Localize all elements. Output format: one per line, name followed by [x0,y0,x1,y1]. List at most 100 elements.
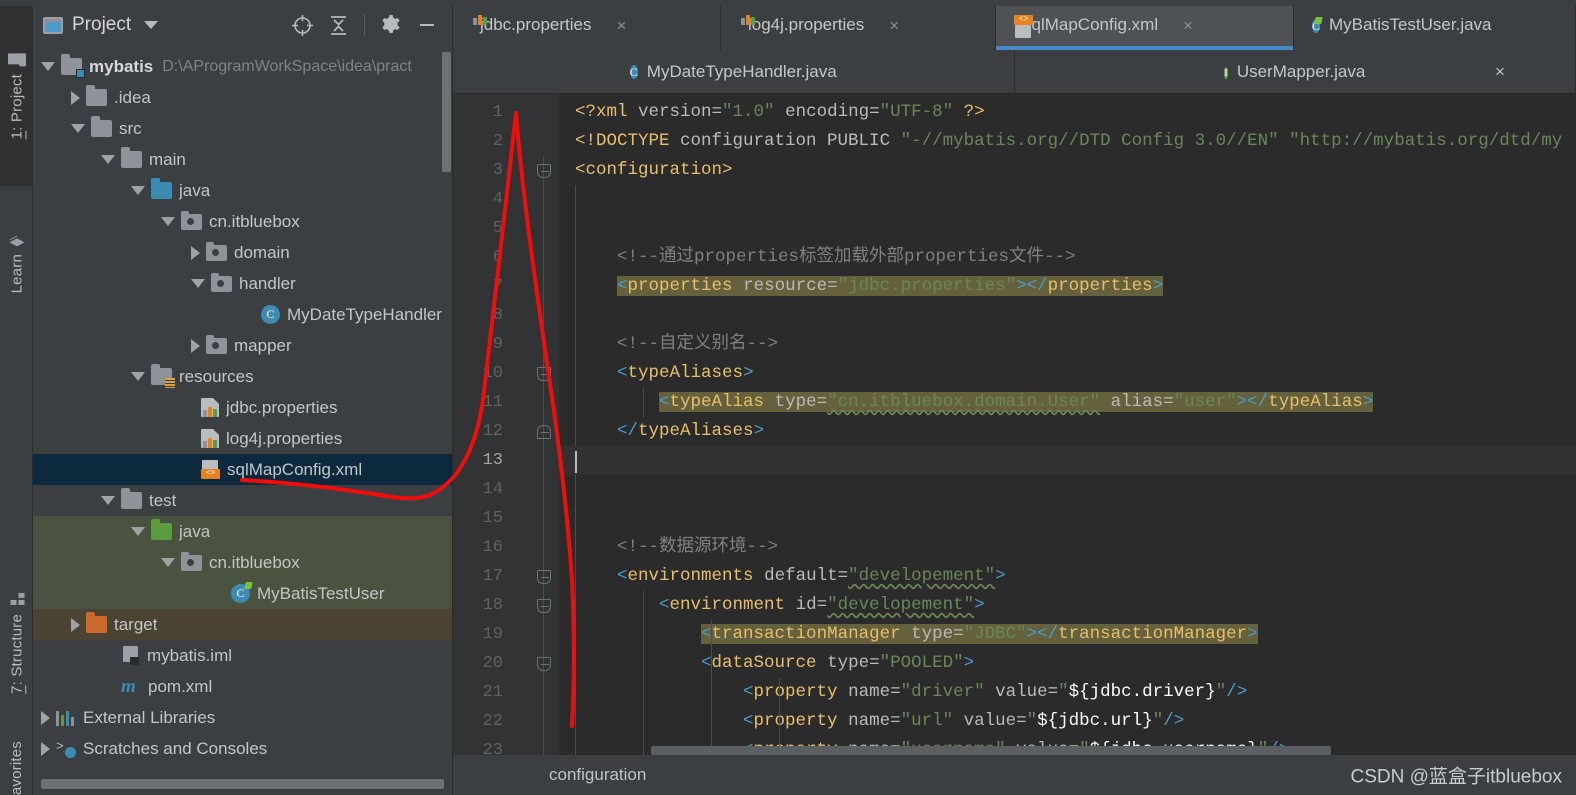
twisty-open-icon[interactable] [191,279,205,288]
toolbar-divider [364,14,365,36]
tree-item-src[interactable]: src [33,113,452,144]
project-selector[interactable]: Project [43,14,289,36]
line-number: 21 [482,683,503,702]
tree-item-external-libraries[interactable]: External Libraries [33,702,452,733]
maven-file-icon: m [121,676,136,697]
code-line-16: <!--数据源环境--> [559,533,1576,562]
locate-icon[interactable] [289,12,315,38]
editor-tab-mydatetypehandler-java[interactable]: C MyDateTypeHandler.java × [453,50,1505,93]
line-number-current: 13 [482,451,503,470]
twisty-closed-icon[interactable] [191,338,200,353]
editor-tab-log4j-properties[interactable]: log4j.properties × [721,0,996,50]
project-tree-vertical-scrollbar[interactable] [442,52,451,172]
project-tree[interactable]: mybatis D:\AProgramWorkSpace\idea\pract … [33,50,452,779]
tree-item-sqlmapconfig-xml[interactable]: <> sqlMapConfig.xml [33,454,452,485]
tree-item-test-java[interactable]: java [33,516,452,547]
editor-tab-sqlmapconfig-xml[interactable]: <> sqlMapConfig.xml × [996,0,1294,50]
java-test-class-icon: C [1312,18,1321,33]
editor-tab-jdbc-properties[interactable]: jdbc.properties × [453,0,721,50]
tree-item-mybatis-iml[interactable]: mybatis.iml [33,640,452,671]
code-line-11: <typeAlias type="cn.itbluebox.domain.Use… [559,388,1576,417]
tree-item-target[interactable]: target [33,609,452,640]
fold-end-typealiases[interactable] [537,425,551,439]
tree-item-mybatis[interactable]: mybatis D:\AProgramWorkSpace\idea\pract [33,51,452,82]
twisty-closed-icon[interactable] [41,741,50,756]
twisty-open-icon[interactable] [131,527,145,536]
resources-folder-icon [151,364,175,388]
annotation-gutter[interactable] [515,94,529,755]
tree-item-log4j-properties[interactable]: log4j.properties [33,423,452,454]
tree-item-pom-xml[interactable]: m pom.xml [33,671,452,702]
fold-toggle-typealiases[interactable] [537,367,551,381]
tool-tab-project[interactable]: 1: Project [0,6,33,186]
tree-item-package-cn-itbluebox-test[interactable]: cn.itbluebox [33,547,452,578]
code-folding-gutter[interactable] [529,94,559,755]
code-line-5 [559,214,1576,243]
code-editor[interactable]: 1 2 3 4 5 6 7 8 9 10 11 12 13 14 15 16 1… [453,94,1576,755]
tree-item-idea[interactable]: .idea [33,82,452,113]
project-tree-horizontal-scrollbar[interactable] [41,779,444,789]
twisty-open-icon[interactable] [131,186,145,195]
twisty-closed-icon[interactable] [71,617,80,632]
libraries-icon [56,709,76,726]
tree-item-jdbc-properties[interactable]: jdbc.properties [33,392,452,423]
collapse-all-icon[interactable] [325,12,351,38]
tree-item-package-cn-itbluebox-main[interactable]: cn.itbluebox [33,206,452,237]
code-line-8 [559,301,1576,330]
twisty-open-icon[interactable] [41,62,55,71]
tree-item-package-handler[interactable]: handler [33,268,452,299]
twisty-open-icon[interactable] [101,155,115,164]
close-icon[interactable]: × [617,17,627,34]
twisty-open-icon[interactable] [71,124,85,133]
close-icon[interactable]: × [1495,62,1505,82]
tree-item-main-java[interactable]: java [33,175,452,206]
tree-item-test[interactable]: test [33,485,452,516]
minimize-icon[interactable] [414,12,440,38]
tree-item-label: mapper [234,335,292,355]
folder-icon [91,116,112,137]
tool-tab-learn[interactable]: Learn [0,190,33,335]
fold-toggle-datasource[interactable] [537,657,551,671]
fold-toggle-environment[interactable] [537,599,551,613]
tree-item-package-domain[interactable]: domain [33,237,452,268]
twisty-closed-icon[interactable] [71,90,80,105]
breadcrumb[interactable]: configuration [549,765,646,785]
tool-tab-favorites[interactable]: Favorites [0,728,33,795]
fold-toggle-configuration[interactable] [537,164,551,178]
twisty-open-icon[interactable] [131,372,145,381]
fold-toggle-environments[interactable] [537,570,551,584]
code-line-9: <!--自定义别名--> [559,330,1576,359]
editor-tab-usermapper-java[interactable]: I UserMapper.java [1015,50,1576,93]
twisty-closed-icon[interactable] [191,245,200,260]
line-number: 11 [482,393,503,412]
code-text-area[interactable]: <?xml version="1.0" encoding="UTF-8" ?> … [559,94,1576,755]
close-icon[interactable]: × [889,17,899,34]
properties-file-icon [201,429,219,448]
code-line-18: <environment id="developement"> [559,591,1576,620]
watermark-text: CSDN @蓝盒子itbluebox [1350,766,1562,788]
project-panel-title: Project [72,14,132,35]
twisty-closed-icon[interactable] [41,710,50,725]
editor-tab-label: UserMapper.java [1236,61,1366,81]
tree-item-label: External Libraries [83,707,216,727]
tree-item-label: cn.itbluebox [209,211,300,231]
project-tool-window: Project mybatis D:\AProgramWorkSpace\ide… [33,0,453,795]
gear-icon[interactable] [378,12,404,38]
tree-item-main[interactable]: main [33,144,452,175]
tree-item-class-mydatetypehandler[interactable]: C MyDateTypeHandler [33,299,452,330]
twisty-open-icon[interactable] [161,217,175,226]
tree-item-package-mapper[interactable]: mapper [33,330,452,361]
editor-horizontal-scrollbar[interactable] [559,746,1576,755]
tree-item-resources[interactable]: resources [33,361,452,392]
favorites-tab-label: Favorites [8,741,25,795]
tool-tab-structure[interactable]: 7: Structure [0,560,33,725]
chevron-down-icon[interactable] [144,21,159,29]
close-icon[interactable]: × [1183,17,1193,34]
twisty-open-icon[interactable] [101,496,115,505]
tree-item-class-mybatistestuser[interactable]: C MyBatisTestUser [33,578,452,609]
tree-item-label: Scratches and Consoles [83,738,268,758]
editor-tab-label: jdbc.properties [480,15,592,34]
twisty-open-icon[interactable] [161,558,175,567]
editor-tab-mybatistestuser-java[interactable]: C MyBatisTestUser.java [1294,0,1576,50]
tree-item-scratches-and-consoles[interactable]: >_ Scratches and Consoles [33,733,452,764]
